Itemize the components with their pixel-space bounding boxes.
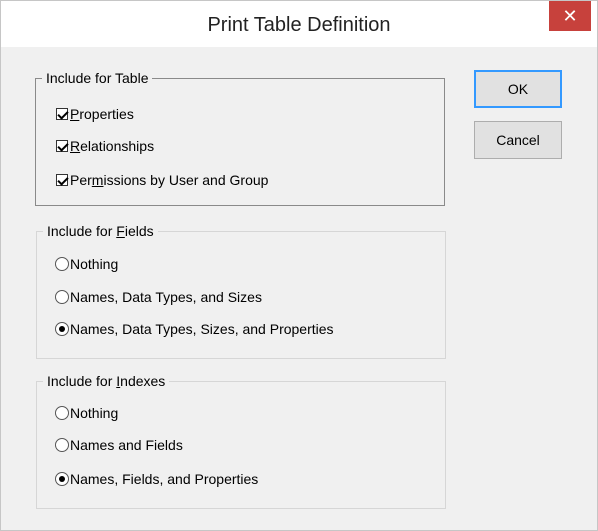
title-bar: Print Table Definition ✕ bbox=[1, 1, 597, 47]
properties-label: Properties bbox=[70, 106, 134, 122]
properties-label-rest: roperties bbox=[79, 106, 134, 122]
include-for-indexes-label: Include for Indexes bbox=[43, 372, 170, 390]
dialog-title: Print Table Definition bbox=[207, 14, 391, 36]
radio-fields-nothing[interactable] bbox=[55, 257, 69, 271]
checkbox-properties[interactable] bbox=[56, 108, 68, 120]
include-for-fields-label: Include for Fields bbox=[43, 222, 158, 240]
radio-indexes-names-fields[interactable] bbox=[55, 438, 69, 452]
properties-label-accel: P bbox=[70, 106, 80, 122]
indexes-label-rest: ndexes bbox=[120, 373, 166, 389]
fields-nothing-radio[interactable]: Nothing bbox=[55, 256, 118, 272]
permissions-label-rest: issions by User and Group bbox=[103, 172, 269, 188]
fields-names-types-sizes-properties-radio[interactable]: Names, Data Types, Sizes, and Properties bbox=[55, 321, 334, 337]
indexes-names-fields-properties-radio[interactable]: Names, Fields, and Properties bbox=[55, 471, 258, 487]
fields-names-types-sizes-properties-label: Names, Data Types, Sizes, and Properties bbox=[70, 321, 334, 337]
fields-label-accel: F bbox=[116, 223, 125, 239]
print-table-definition-dialog: Print Table Definition ✕ Include for Tab… bbox=[0, 0, 598, 531]
checkbox-permissions[interactable] bbox=[56, 174, 68, 186]
properties-checkbox[interactable]: Properties bbox=[56, 106, 134, 122]
fields-label-rest: ields bbox=[124, 223, 154, 239]
radio-indexes-nothing[interactable] bbox=[55, 406, 69, 420]
fields-names-types-sizes-radio[interactable]: Names, Data Types, and Sizes bbox=[55, 289, 262, 305]
indexes-names-fields-label: Names and Fields bbox=[70, 437, 183, 453]
relationships-label-rest: elationships bbox=[80, 138, 155, 154]
fields-names-types-sizes-label: Names, Data Types, and Sizes bbox=[70, 289, 262, 305]
indexes-label-pre: Include for bbox=[47, 373, 117, 389]
indexes-names-fields-properties-label: Names, Fields, and Properties bbox=[70, 471, 259, 487]
fields-nothing-label: Nothing bbox=[70, 256, 119, 272]
checkbox-relationships[interactable] bbox=[56, 140, 68, 152]
close-icon: ✕ bbox=[562, 5, 578, 26]
close-button[interactable]: ✕ bbox=[549, 1, 591, 31]
radio-indexes-names-fields-properties[interactable] bbox=[55, 472, 69, 486]
cancel-button[interactable]: Cancel bbox=[474, 121, 562, 159]
indexes-nothing-label: Nothing bbox=[70, 405, 119, 421]
relationships-label: Relationships bbox=[70, 138, 154, 154]
ok-button[interactable]: OK bbox=[474, 70, 562, 108]
include-for-fields-group: Include for Fields Nothing Names, Data T… bbox=[36, 222, 446, 359]
dialog-body: Include for Table Properties Relationshi… bbox=[10, 47, 588, 521]
fields-label-pre: Include for bbox=[47, 223, 117, 239]
include-for-table-label: Include for Table bbox=[42, 69, 153, 87]
radio-fields-names-types-sizes[interactable] bbox=[55, 290, 69, 304]
permissions-checkbox[interactable]: Permissions by User and Group bbox=[56, 172, 268, 188]
relationships-label-accel: R bbox=[70, 138, 81, 154]
include-for-indexes-group: Include for Indexes Nothing Names and Fi… bbox=[36, 372, 446, 509]
permissions-label-accel: m bbox=[91, 172, 104, 188]
permissions-label: Permissions by User and Group bbox=[70, 172, 268, 188]
permissions-label-pre: Per bbox=[70, 172, 92, 188]
indexes-names-fields-radio[interactable]: Names and Fields bbox=[55, 437, 183, 453]
indexes-nothing-radio[interactable]: Nothing bbox=[55, 405, 118, 421]
include-for-table-group: Include for Table Properties Relationshi… bbox=[35, 69, 445, 206]
relationships-checkbox[interactable]: Relationships bbox=[56, 138, 154, 154]
radio-fields-names-types-sizes-properties[interactable] bbox=[55, 322, 69, 336]
